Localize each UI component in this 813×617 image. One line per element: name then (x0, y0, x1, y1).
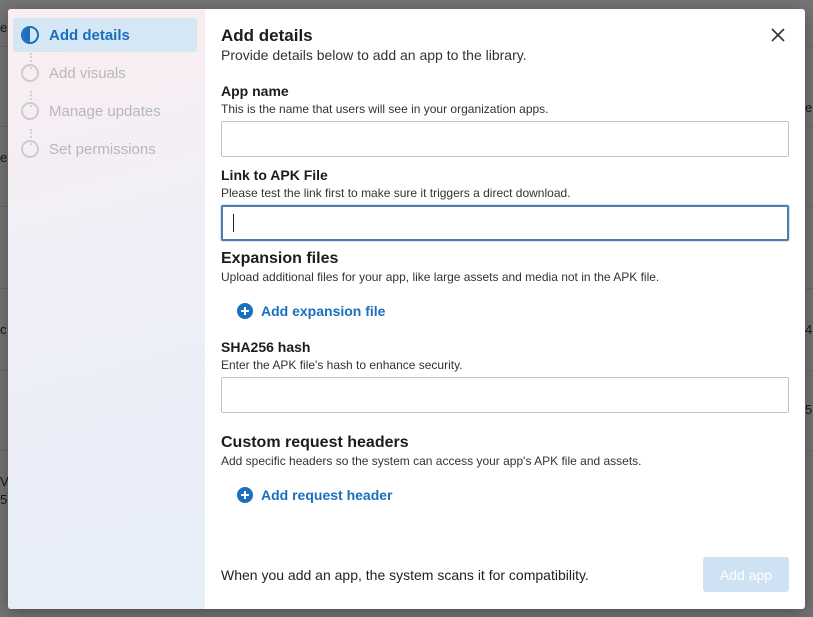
app-name-help: This is the name that users will see in … (221, 102, 549, 116)
sha256-label: SHA256 hash (221, 339, 311, 355)
add-request-header-button[interactable]: Add request header (237, 487, 392, 503)
step-label: Set permissions (49, 140, 156, 158)
wizard-stepper: Add details Add visuals Manage updates S… (8, 9, 205, 609)
add-app-button[interactable]: Add app (703, 557, 789, 592)
step-label: Manage updates (49, 102, 161, 120)
expansion-files-title: Expansion files (221, 250, 339, 267)
request-headers-title: Custom request headers (221, 434, 409, 451)
step-manage-updates[interactable]: Manage updates (13, 94, 197, 128)
compatibility-note: When you add an app, the system scans it… (221, 567, 589, 583)
sha256-help: Enter the APK file's hash to enhance sec… (221, 358, 463, 372)
dialog-subtitle: Provide details below to add an app to t… (221, 47, 527, 63)
add-app-dialog: Add details Add visuals Manage updates S… (8, 9, 805, 609)
empty-circle-icon (21, 102, 39, 120)
plus-circle-icon (237, 487, 253, 503)
request-headers-help: Add specific headers so the system can a… (221, 454, 642, 468)
close-icon (771, 28, 785, 42)
step-label: Add visuals (49, 64, 126, 82)
apk-link-help: Please test the link first to make sure … (221, 186, 571, 200)
apk-link-input[interactable] (221, 205, 789, 241)
text-caret (233, 214, 234, 232)
close-button[interactable] (767, 24, 789, 46)
apk-link-label: Link to APK File (221, 167, 328, 183)
step-set-permissions[interactable]: Set permissions (13, 132, 197, 166)
sha256-input[interactable] (221, 377, 789, 413)
empty-circle-icon (21, 64, 39, 82)
add-expansion-file-label: Add expansion file (261, 303, 386, 319)
step-add-visuals[interactable]: Add visuals (13, 56, 197, 90)
half-filled-circle-icon (21, 26, 39, 44)
app-name-label: App name (221, 83, 289, 99)
step-add-details[interactable]: Add details (13, 18, 197, 52)
dialog-title: Add details (221, 26, 313, 45)
add-expansion-file-button[interactable]: Add expansion file (237, 303, 385, 319)
dialog-content: Add details Provide details below to add… (205, 9, 805, 609)
app-name-input[interactable] (221, 121, 789, 157)
empty-circle-icon (21, 140, 39, 158)
expansion-files-help: Upload additional files for your app, li… (221, 270, 660, 284)
plus-circle-icon (237, 303, 253, 319)
add-request-header-label: Add request header (261, 487, 393, 503)
step-label: Add details (49, 26, 130, 44)
